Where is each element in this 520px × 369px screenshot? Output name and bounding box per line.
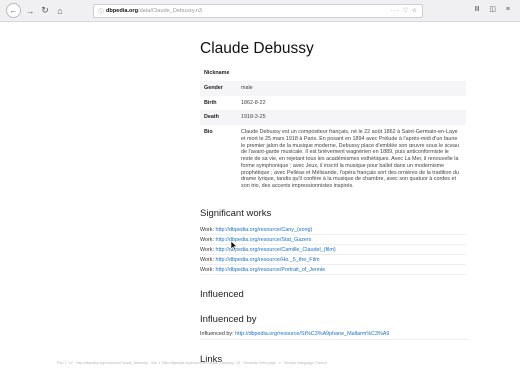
page-footer: Port 1 "xr" · http://dbpedia.org/resourc… <box>57 361 327 365</box>
home-button[interactable]: ⌂ <box>54 5 66 17</box>
page-content: Claude Debussy Nickname Gender male Birt… <box>200 22 470 365</box>
property-key: Nickname <box>204 70 230 76</box>
property-key: Birth <box>204 99 217 106</box>
page-title: Claude Debussy <box>200 40 314 57</box>
url-path: /data/Claude_Debussy.n3 <box>138 8 202 14</box>
home-icon: ⌂ <box>57 5 63 16</box>
work-label: Work: <box>200 226 214 233</box>
info-icon[interactable]: ⓘ <box>96 7 106 16</box>
property-key: Bio <box>204 129 213 135</box>
work-link[interactable]: http://dbpedia.org/resource/Ho._5_the_Fi… <box>215 257 319 263</box>
section-heading-significant-works: Significant works <box>200 207 272 219</box>
property-key: Death <box>200 110 237 125</box>
browser-menu-icons[interactable]: Ⅲ ◫ ≡ <box>475 5 514 13</box>
influenced-by-label: Influenced by: <box>200 330 234 337</box>
work-label: Work: <box>200 256 214 263</box>
list-item: Work: http://dbpedia.org/resource/Ho._5_… <box>200 255 466 265</box>
property-row-gender: Gender male <box>200 80 466 96</box>
property-value <box>237 66 466 81</box>
url-bar[interactable]: ⓘ dbpedia.org /data/Claude_Debussy.n3 ··… <box>93 4 423 18</box>
property-value-bio: Claude Debussy est un compositeur frança… <box>241 129 459 189</box>
url-domain: dbpedia.org <box>106 8 139 14</box>
property-row-death: Death 1918-3-25 <box>200 110 466 125</box>
property-row-birth: Birth 1862-8-22 <box>200 96 466 111</box>
url-actions-icons[interactable]: ··· ♡ ☆ <box>391 7 418 14</box>
property-row-nickname: Nickname <box>200 66 466 81</box>
work-label: Work: <box>200 236 214 243</box>
list-item: Work: http://dbpedia.org/resource/Portra… <box>200 265 466 275</box>
section-heading-influenced-by: Influenced by <box>200 313 257 325</box>
influenced-by-link[interactable]: http://dbpedia.org/resource/St%C3%A9phan… <box>235 331 389 337</box>
property-value: male <box>237 80 466 96</box>
significant-works-list: Work: http://dbpedia.org/resource/Cany_(… <box>200 225 466 275</box>
arrow-right-icon: → <box>25 5 35 16</box>
influenced-by-row: Influenced by: http://dbpedia.org/resour… <box>200 331 470 340</box>
properties-table: Nickname Gender male Birth 1862-8-22 Dea… <box>200 66 466 194</box>
list-item: Work: http://dbpedia.org/resource/Stat_G… <box>200 235 466 245</box>
work-link[interactable]: http://dbpedia.org/resource/Stat_Gazers <box>215 237 311 243</box>
section-heading-influenced: Influenced <box>200 288 244 300</box>
property-row-bio: Bio Claude Debussy est un compositeur fr… <box>200 125 466 194</box>
list-item: Work: http://dbpedia.org/resource/Cany_(… <box>200 225 466 235</box>
work-label: Work: <box>200 246 214 253</box>
back-button[interactable]: ← <box>6 3 21 18</box>
property-value: 1862-8-22 <box>241 99 266 106</box>
browser-toolbar: ← → ↻ ⌂ ⓘ dbpedia.org /data/Claude_Debus… <box>0 0 520 22</box>
arrow-left-icon: ← <box>9 6 18 15</box>
forward-button[interactable]: → <box>24 5 36 17</box>
work-label: Work: <box>200 266 214 273</box>
reload-button[interactable]: ↻ <box>39 5 51 17</box>
property-key: Gender <box>200 80 237 96</box>
work-link[interactable]: http://dbpedia.org/resource/Cany_(song) <box>215 227 312 233</box>
property-value: 1918-3-25 <box>237 110 466 125</box>
reload-icon: ↻ <box>41 5 49 15</box>
list-item: Work: http://dbpedia.org/resource/Camill… <box>200 245 466 255</box>
work-link[interactable]: http://dbpedia.org/resource/Portrait_of_… <box>215 267 325 273</box>
